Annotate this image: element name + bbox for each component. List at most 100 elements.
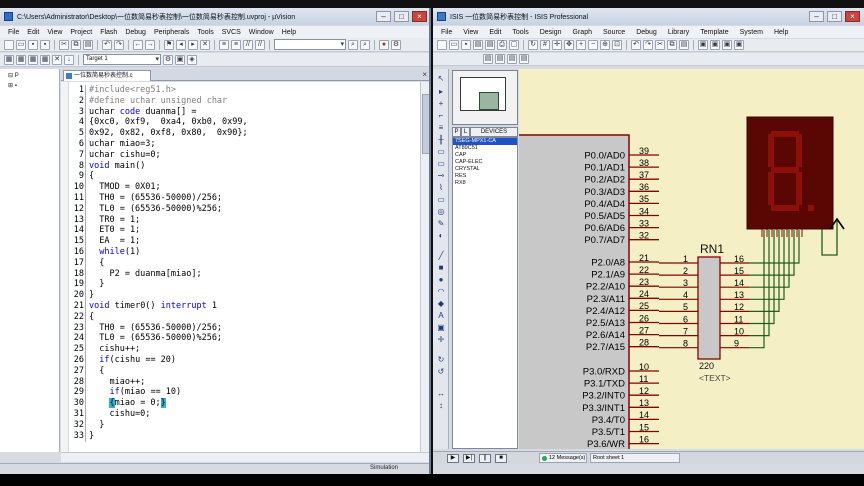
- project-tree-root[interactable]: ⊟ P: [0, 69, 59, 79]
- editor-vertical-scrollbar[interactable]: [420, 82, 429, 452]
- nav-back-icon[interactable]: ←: [133, 39, 143, 50]
- menu-debug[interactable]: Debug: [125, 29, 146, 36]
- bus-icon[interactable]: ╫: [436, 136, 446, 145]
- menu-library[interactable]: Library: [668, 29, 689, 36]
- batch-build-icon[interactable]: ▦: [40, 54, 50, 65]
- menu-svcs[interactable]: SVCS: [222, 29, 241, 36]
- code-line[interactable]: 19 }: [69, 279, 418, 291]
- code-line[interactable]: 33}: [69, 430, 418, 442]
- code-line[interactable]: 2 #define uchar unsigned char: [69, 95, 418, 107]
- menu-edit[interactable]: Edit: [489, 29, 501, 36]
- selection-mode-icon[interactable]: ↖: [436, 75, 446, 84]
- code-line[interactable]: 29 if(miao == 10): [69, 387, 418, 399]
- find-combo[interactable]: [274, 39, 346, 50]
- pan-icon[interactable]: ✥: [564, 40, 574, 50]
- save-all-icon[interactable]: ▪: [40, 39, 50, 50]
- tab-source-file[interactable]: 一位数简易秒表控制.c: [63, 70, 151, 81]
- instrument-icon[interactable]: ◐: [436, 232, 446, 241]
- code-line[interactable]: 13 TR0 = 1;: [69, 214, 418, 226]
- isis-title-bar[interactable]: ISIS 一位数简易秒表控制 - ISIS Professional – □ ×: [433, 8, 864, 25]
- code-line[interactable]: 8 void main(): [69, 160, 418, 172]
- debug-start-icon[interactable]: ●: [379, 39, 389, 50]
- menu-design[interactable]: Design: [540, 29, 562, 36]
- menu-view[interactable]: View: [463, 29, 478, 36]
- grid-icon[interactable]: #: [540, 40, 550, 50]
- code-line[interactable]: 22 {: [69, 311, 418, 323]
- menu-file[interactable]: File: [441, 29, 452, 36]
- find-icon[interactable]: ⌕: [360, 39, 370, 50]
- code-line[interactable]: 24 TL0 = (65536-50000)%256;: [69, 333, 418, 345]
- menu-graph[interactable]: Graph: [573, 29, 592, 36]
- undo-icon[interactable]: ↶: [631, 40, 641, 50]
- target-select[interactable]: Target 1: [83, 54, 161, 65]
- path-icon[interactable]: ◆: [436, 300, 446, 309]
- code-line[interactable]: 18 P2 = duanma[miao];: [69, 268, 418, 280]
- manage-icon[interactable]: ◈: [187, 54, 197, 65]
- symbol-icon[interactable]: ▣: [436, 324, 446, 333]
- code-line[interactable]: 20}: [69, 290, 418, 302]
- code-editor[interactable]: 1 #include<reg51.h> 2 #define uchar unsigne…: [61, 82, 420, 452]
- file-extensions-icon[interactable]: ▣: [175, 54, 185, 65]
- device-item[interactable]: CAP-ELEC: [453, 159, 517, 166]
- code-line[interactable]: 4 {0xc0, 0xf9, 0xa4, 0xb0, 0x99,: [69, 117, 418, 129]
- code-line[interactable]: 17 {: [69, 257, 418, 269]
- tape-icon[interactable]: ▭: [436, 196, 446, 205]
- refresh-icon[interactable]: ↻: [528, 40, 538, 50]
- code-line[interactable]: 1 #include<reg51.h>: [69, 85, 418, 96]
- find-in-files-icon[interactable]: ⌕: [348, 39, 358, 50]
- code-line[interactable]: 12 TL0 = (65536-50000)%256;: [69, 203, 418, 215]
- code-line[interactable]: 30 {miao = 0;}: [69, 398, 418, 410]
- mirror-y-icon[interactable]: ↕: [436, 402, 446, 411]
- messages-indicator[interactable]: 12 Message(s): [539, 453, 587, 463]
- download-icon[interactable]: ↓: [64, 54, 74, 65]
- menu-help[interactable]: Help: [774, 29, 788, 36]
- print-icon[interactable]: ⎙: [497, 40, 507, 50]
- unindent-icon[interactable]: ≡: [231, 39, 241, 50]
- code-line[interactable]: 3 uchar code duanma[] =: [69, 106, 418, 118]
- pick-devices-button[interactable]: P: [452, 127, 461, 137]
- play-button[interactable]: ▶: [447, 454, 459, 463]
- line-icon[interactable]: ╱: [436, 252, 446, 261]
- bookmark-prev-icon[interactable]: ◂: [176, 39, 186, 50]
- wire-label-icon[interactable]: ⌐: [436, 112, 446, 121]
- device-item[interactable]: RX8: [453, 180, 517, 187]
- code-line[interactable]: 9{: [69, 171, 418, 183]
- block-move-icon[interactable]: ▣: [710, 40, 720, 50]
- menu-template[interactable]: Template: [700, 29, 728, 36]
- new-design-icon[interactable]: [437, 40, 447, 50]
- minimize-icon[interactable]: –: [809, 11, 824, 22]
- stop-build-icon[interactable]: ✕: [52, 54, 62, 65]
- cut-icon[interactable]: ✂: [59, 39, 69, 50]
- code-line[interactable]: 15 EA = 1;: [69, 236, 418, 248]
- redo-icon[interactable]: ↷: [643, 40, 653, 50]
- nav-forward-icon[interactable]: →: [145, 39, 155, 50]
- block-delete-icon[interactable]: ▣: [734, 40, 744, 50]
- code-line[interactable]: 27 {: [69, 365, 418, 377]
- paste-icon[interactable]: ▤: [679, 40, 689, 50]
- component-mode-icon[interactable]: ▸: [436, 88, 446, 97]
- code-line[interactable]: 26 if(cishu == 20): [69, 355, 418, 366]
- rotate-cw-icon[interactable]: ↻: [436, 356, 446, 365]
- code-line[interactable]: 28 miao++;: [69, 376, 418, 388]
- stop-button[interactable]: ■: [495, 454, 507, 463]
- open-design-icon[interactable]: ▭: [449, 40, 459, 50]
- code-line[interactable]: 10 TMOD = 0X01;: [69, 182, 418, 194]
- area-icon[interactable]: ▢: [509, 40, 519, 50]
- undo-icon[interactable]: ↶: [102, 39, 112, 50]
- build-icon[interactable]: ▦: [16, 54, 26, 65]
- junction-icon[interactable]: +: [436, 100, 446, 109]
- code-line[interactable]: 31 cishu=0;: [69, 409, 418, 420]
- settings-icon[interactable]: ⚙: [391, 39, 401, 50]
- pick-device-icon[interactable]: ▤: [483, 54, 493, 64]
- device-item[interactable]: AT89C51: [453, 145, 517, 152]
- menu-tools[interactable]: Tools: [197, 29, 213, 36]
- terminal-icon[interactable]: ▭: [436, 160, 446, 169]
- code-line[interactable]: 25 cishu++;: [69, 344, 418, 356]
- arc-icon[interactable]: ◠: [436, 288, 446, 297]
- origin-icon[interactable]: ✛: [552, 40, 562, 50]
- library-manager-button[interactable]: L: [461, 127, 470, 137]
- block-rotate-icon[interactable]: ▣: [722, 40, 732, 50]
- pin-icon[interactable]: ⊸: [436, 172, 446, 181]
- menu-tools[interactable]: Tools: [512, 29, 528, 36]
- maximize-icon[interactable]: □: [394, 11, 409, 22]
